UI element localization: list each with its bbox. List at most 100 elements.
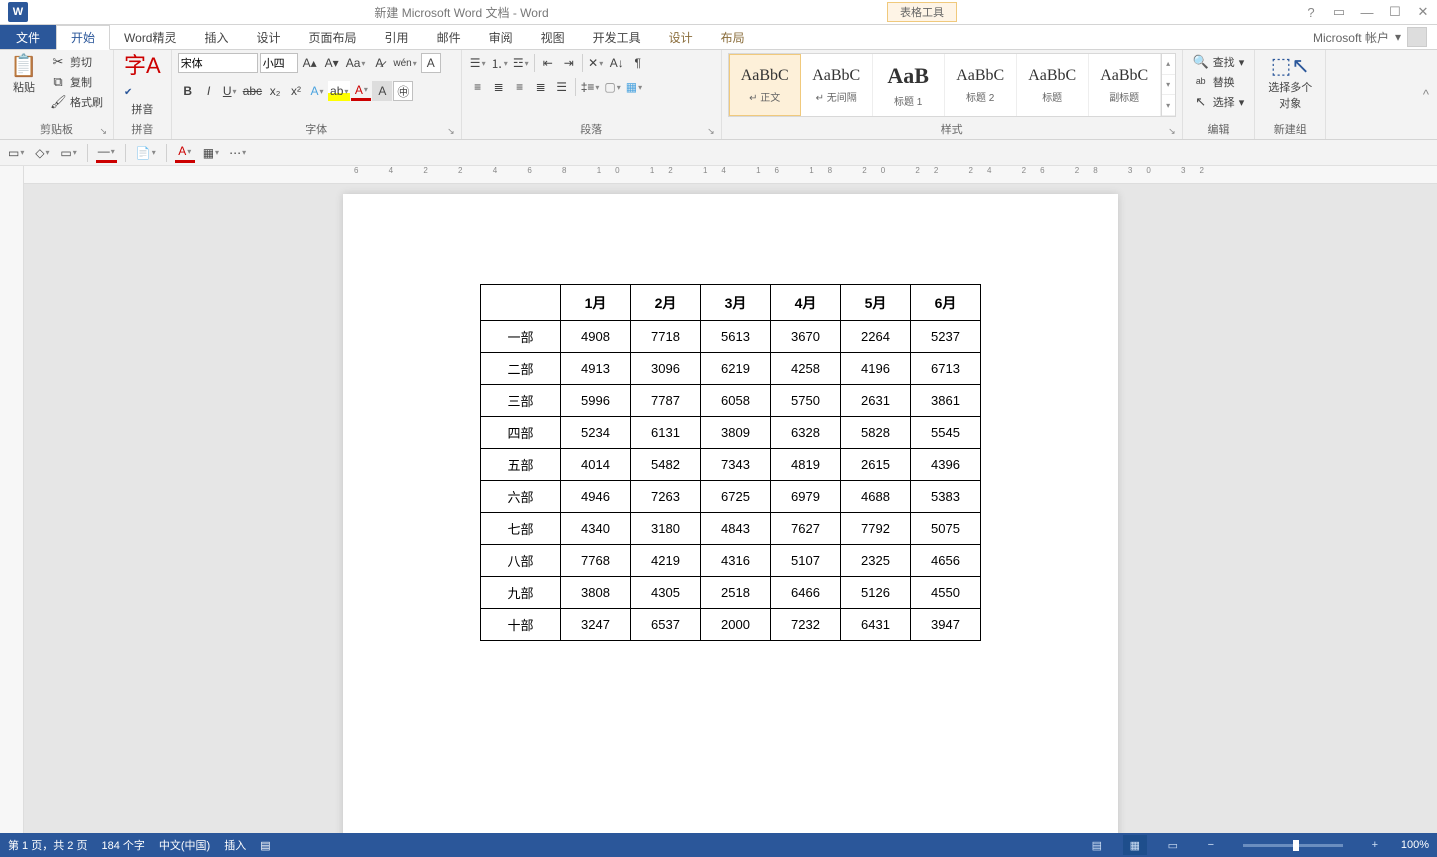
data-table[interactable]: 1月2月3月4月5月6月一部490877185613367022645237二部…: [480, 284, 981, 641]
qat-more-button[interactable]: ⋯: [227, 143, 248, 163]
table-cell[interactable]: 4913: [561, 353, 631, 385]
table-cell[interactable]: 4688: [841, 481, 911, 513]
style-item-2[interactable]: AaB标题 1: [873, 54, 945, 116]
table-cell[interactable]: 5828: [841, 417, 911, 449]
tab-review[interactable]: 审阅: [475, 25, 527, 49]
table-row[interactable]: 六部494672636725697946885383: [481, 481, 981, 513]
clipboard-launcher-icon[interactable]: ↘: [99, 126, 107, 137]
table-row-header[interactable]: 八部: [481, 545, 561, 577]
table-cell[interactable]: 5237: [911, 321, 981, 353]
text-effects-button[interactable]: A: [307, 81, 327, 101]
replace-button[interactable]: ᵃᵇ替换: [1189, 73, 1249, 91]
table-header-cell[interactable]: 2月: [631, 285, 701, 321]
table-cell[interactable]: 3947: [911, 609, 981, 641]
style-item-3[interactable]: AaBbC标题 2: [945, 54, 1017, 116]
subscript-button[interactable]: x₂: [265, 81, 285, 101]
table-row-header[interactable]: 三部: [481, 385, 561, 417]
font-color-button[interactable]: A: [351, 81, 371, 101]
align-right-button[interactable]: ≡: [510, 77, 530, 97]
tab-references[interactable]: 引用: [371, 25, 423, 49]
change-case-button[interactable]: Aa: [344, 53, 368, 73]
align-left-button[interactable]: ≡: [468, 77, 488, 97]
zoom-level[interactable]: 100%: [1401, 839, 1429, 851]
ribbon-display-icon[interactable]: ▭: [1325, 2, 1353, 22]
collapse-ribbon-icon[interactable]: ^: [1423, 87, 1429, 102]
table-cell[interactable]: 4819: [771, 449, 841, 481]
gallery-scroll[interactable]: ▴▾▾: [1161, 54, 1175, 116]
grow-font-button[interactable]: A▴: [300, 53, 320, 73]
table-cell[interactable]: 6431: [841, 609, 911, 641]
table-cell[interactable]: 7627: [771, 513, 841, 545]
table-cell[interactable]: 5613: [701, 321, 771, 353]
table-cell[interactable]: 3670: [771, 321, 841, 353]
table-cell[interactable]: 4196: [841, 353, 911, 385]
qat-page-button[interactable]: 📄: [134, 143, 158, 163]
table-corner-cell[interactable]: [481, 285, 561, 321]
table-row[interactable]: 四部523461313809632858285545: [481, 417, 981, 449]
qat-textbox-button[interactable]: ▭: [6, 143, 26, 163]
table-cell[interactable]: 5075: [911, 513, 981, 545]
table-cell[interactable]: 6537: [631, 609, 701, 641]
help-icon[interactable]: ?: [1297, 2, 1325, 22]
table-row[interactable]: 二部491330966219425841966713: [481, 353, 981, 385]
status-macro-icon[interactable]: ▤: [260, 839, 270, 852]
table-cell[interactable]: 6466: [771, 577, 841, 609]
table-header-cell[interactable]: 3月: [701, 285, 771, 321]
page[interactable]: 1月2月3月4月5月6月一部490877185613367022645237二部…: [343, 194, 1118, 833]
status-insert-mode[interactable]: 插入: [224, 837, 246, 853]
table-row-header[interactable]: 二部: [481, 353, 561, 385]
shrink-font-button[interactable]: A▾: [322, 53, 342, 73]
styles-gallery[interactable]: AaBbC↵ 正文AaBbC↵ 无间隔AaB标题 1AaBbC标题 2AaBbC…: [728, 53, 1176, 117]
table-cell[interactable]: 3809: [701, 417, 771, 449]
cut-button[interactable]: ✂剪切: [46, 53, 107, 71]
table-row-header[interactable]: 七部: [481, 513, 561, 545]
asian-layout-button[interactable]: ✕: [586, 53, 606, 73]
table-row-header[interactable]: 十部: [481, 609, 561, 641]
tab-wordgenie[interactable]: Word精灵: [110, 25, 190, 49]
maximize-icon[interactable]: ☐: [1381, 2, 1409, 22]
sort-button[interactable]: A↓: [607, 53, 627, 73]
table-cell[interactable]: 7768: [561, 545, 631, 577]
decrease-indent-button[interactable]: ⇤: [538, 53, 558, 73]
table-cell[interactable]: 4946: [561, 481, 631, 513]
view-read-mode-button[interactable]: ▤: [1085, 835, 1109, 855]
table-cell[interactable]: 3180: [631, 513, 701, 545]
status-language[interactable]: 中文(中国): [159, 837, 210, 853]
align-center-button[interactable]: ≣: [489, 77, 509, 97]
table-row[interactable]: 一部490877185613367022645237: [481, 321, 981, 353]
highlight-button[interactable]: ab: [328, 81, 350, 101]
table-cell[interactable]: 6219: [701, 353, 771, 385]
table-cell[interactable]: 6328: [771, 417, 841, 449]
table-row-header[interactable]: 六部: [481, 481, 561, 513]
select-multiple-objects-button[interactable]: ⬚↖ 选择多个对象: [1261, 53, 1319, 113]
bold-button[interactable]: B: [178, 81, 198, 101]
distribute-button[interactable]: ☰: [552, 77, 572, 97]
styles-launcher-icon[interactable]: ↘: [1168, 126, 1176, 137]
italic-button[interactable]: I: [199, 81, 219, 101]
gallery-more-icon[interactable]: ▾: [1162, 95, 1175, 116]
tab-view[interactable]: 视图: [527, 25, 579, 49]
table-cell[interactable]: 4340: [561, 513, 631, 545]
enclose-characters-button[interactable]: ㊥: [393, 81, 413, 101]
table-header-cell[interactable]: 5月: [841, 285, 911, 321]
justify-button[interactable]: ≣: [531, 77, 551, 97]
table-cell[interactable]: 7718: [631, 321, 701, 353]
style-item-1[interactable]: AaBbC↵ 无间隔: [801, 54, 873, 116]
font-name-input[interactable]: [178, 53, 258, 73]
superscript-button[interactable]: x²: [286, 81, 306, 101]
account-menu[interactable]: Microsoft 帐户 ▾: [1313, 25, 1427, 49]
table-cell[interactable]: 6131: [631, 417, 701, 449]
table-cell[interactable]: 5383: [911, 481, 981, 513]
zoom-slider[interactable]: [1243, 844, 1343, 847]
copy-button[interactable]: ⧉复制: [46, 73, 107, 91]
table-header-cell[interactable]: 4月: [771, 285, 841, 321]
table-row[interactable]: 五部401454827343481926154396: [481, 449, 981, 481]
table-cell[interactable]: 2325: [841, 545, 911, 577]
increase-indent-button[interactable]: ⇥: [559, 53, 579, 73]
table-cell[interactable]: 5234: [561, 417, 631, 449]
tab-design[interactable]: 设计: [243, 25, 295, 49]
table-row[interactable]: 三部599677876058575026313861: [481, 385, 981, 417]
table-cell[interactable]: 4908: [561, 321, 631, 353]
table-cell[interactable]: 4843: [701, 513, 771, 545]
tab-mailings[interactable]: 邮件: [423, 25, 475, 49]
